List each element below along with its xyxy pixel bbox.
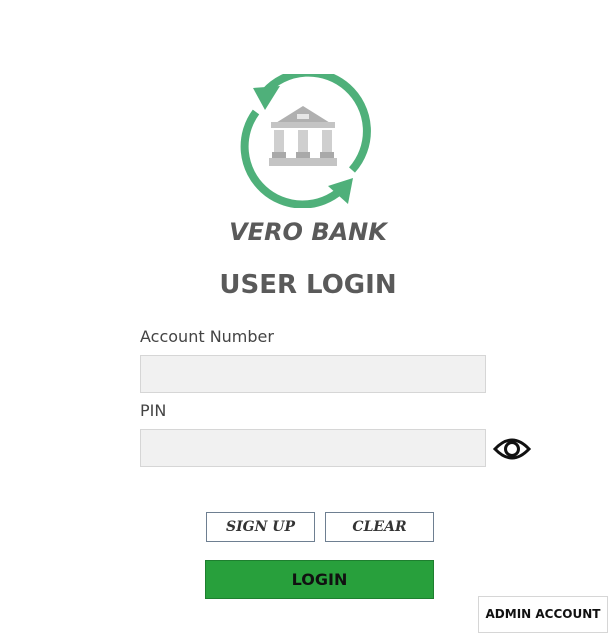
bank-logo: [234, 68, 372, 209]
page-title: USER LOGIN: [219, 270, 397, 300]
admin-account-button[interactable]: ADMIN ACCOUNT: [478, 596, 608, 633]
bank-sync-icon: [240, 68, 371, 209]
sign-up-button[interactable]: SIGN UP: [206, 512, 315, 542]
show-pin-toggle[interactable]: [492, 433, 532, 465]
account-number-input[interactable]: [140, 355, 486, 393]
eye-icon: [492, 438, 532, 460]
login-button[interactable]: LOGIN: [205, 560, 434, 599]
pin-label: PIN: [140, 401, 167, 420]
bank-name: VERO BANK: [229, 218, 387, 246]
pin-input[interactable]: [140, 429, 486, 467]
clear-button[interactable]: CLEAR: [325, 512, 434, 542]
account-number-label: Account Number: [140, 327, 274, 346]
